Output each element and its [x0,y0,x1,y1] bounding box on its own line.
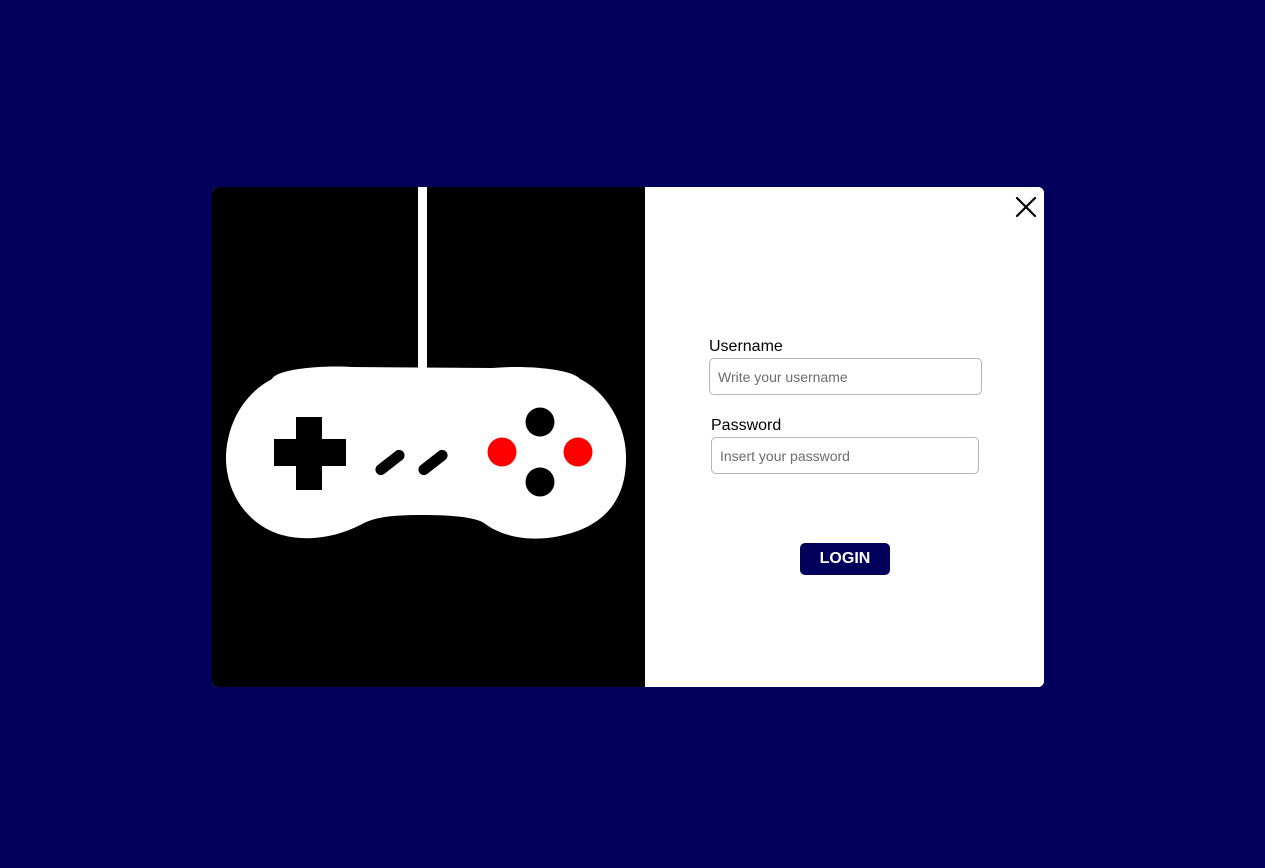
close-icon[interactable] [1014,195,1038,219]
login-form-panel: Username Password LOGIN [645,187,1044,687]
login-button[interactable]: LOGIN [800,543,890,575]
illustration-panel [212,187,645,687]
password-label: Password [711,417,782,434]
game-controller-icon [225,187,627,539]
login-modal: Username Password LOGIN [212,187,1044,687]
password-input[interactable] [711,437,979,474]
password-group: Password [711,416,979,474]
username-label: Username [709,338,783,355]
username-input[interactable] [709,358,982,395]
username-group: Username [709,337,982,395]
